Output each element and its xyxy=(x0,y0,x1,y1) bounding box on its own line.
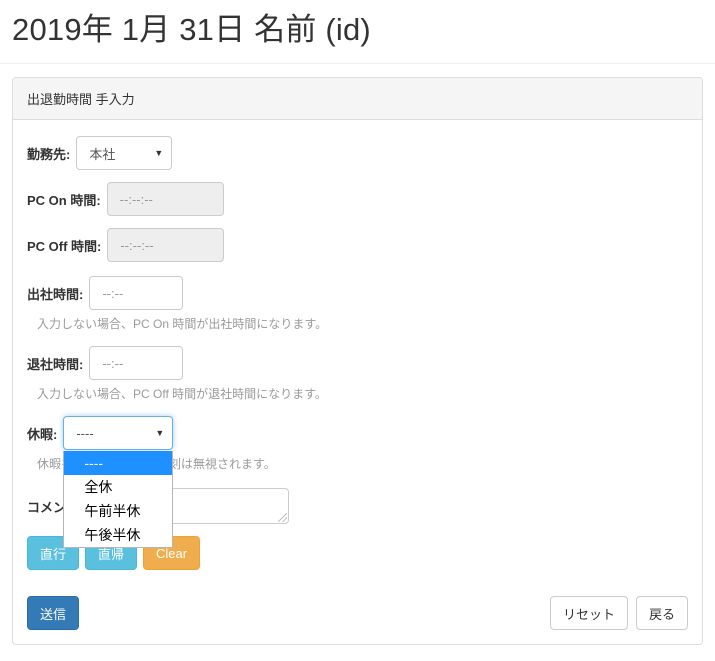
leave-help-text: 入力しない場合、PC Off 時間が退社時間になります。 xyxy=(37,387,327,401)
arrive-time-input[interactable]: --:-- xyxy=(89,276,184,310)
arrive-value: --:-- xyxy=(102,285,124,301)
back-button[interactable]: 戻る xyxy=(635,596,688,630)
holiday-label: 休暇: xyxy=(27,426,58,442)
pc-off-value: --:--:-- xyxy=(120,237,154,253)
page-root: 2019年 1月 31日 名前 (id) 出退勤時間 手入力 勤務先: 本社 ▼… xyxy=(0,0,715,661)
holiday-option[interactable]: 午前半休 xyxy=(64,499,172,523)
work-place-value: 本社 xyxy=(89,146,116,162)
pc-off-input: --:--:-- xyxy=(107,228,225,262)
pc-on-input: --:--:-- xyxy=(106,182,224,216)
pc-off-label: PC Off 時間: xyxy=(27,238,102,254)
holiday-value: ---- xyxy=(76,425,94,441)
holiday-options-list[interactable]: ---- 全休 午前半休 午後半休 xyxy=(63,451,174,548)
leave-row: 退社時間: --:-- xyxy=(27,346,688,380)
holiday-select[interactable]: ---- ▼ xyxy=(63,416,174,450)
work-place-label: 勤務先: xyxy=(27,146,71,162)
pc-on-label: PC On 時間: xyxy=(27,192,101,208)
leave-time-input[interactable]: --:-- xyxy=(89,346,184,380)
work-place-select[interactable]: 本社 ▼ xyxy=(76,136,173,170)
holiday-option[interactable]: ---- xyxy=(64,451,173,475)
footer-right-group: リセット 戻る xyxy=(549,596,688,630)
arrive-row: 出社時間: --:-- xyxy=(27,276,688,310)
arrive-help-text: 入力しない場合、PC On 時間が出社時間になります。 xyxy=(37,317,328,331)
panel-heading: 出退勤時間 手入力 xyxy=(13,78,702,120)
pc-on-row: PC On 時間: --:--:-- xyxy=(27,182,688,216)
chevron-down-icon: ▼ xyxy=(155,427,165,438)
footer-row: 送信 リセット 戻る xyxy=(27,596,688,630)
holiday-row: 休暇: ---- ▼ ---- 全休 午前半休 午後半休 xyxy=(27,416,688,548)
leave-value: --:-- xyxy=(102,355,124,371)
panel-body: 勤務先: 本社 ▼ PC On 時間: --:--:-- PC Off 時間: … xyxy=(13,120,702,644)
holiday-select-wrap: ---- ▼ ---- 全休 午前半休 午後半休 xyxy=(63,416,174,548)
arrive-label: 出社時間: xyxy=(27,286,84,302)
page-title: 2019年 1月 31日 名前 (id) xyxy=(0,0,715,65)
work-place-row: 勤務先: 本社 ▼ xyxy=(27,136,688,170)
manual-entry-panel: 出退勤時間 手入力 勤務先: 本社 ▼ PC On 時間: --:--:-- P… xyxy=(12,77,703,645)
holiday-option[interactable]: 全休 xyxy=(64,475,172,499)
chevron-down-icon: ▼ xyxy=(154,147,164,158)
pc-on-value: --:--:-- xyxy=(119,191,153,207)
pc-off-row: PC Off 時間: --:--:-- xyxy=(27,228,688,262)
holiday-option[interactable]: 午後半休 xyxy=(64,523,172,547)
submit-button[interactable]: 送信 xyxy=(27,596,80,630)
reset-button[interactable]: リセット xyxy=(549,596,628,630)
leave-label: 退社時間: xyxy=(27,356,84,372)
